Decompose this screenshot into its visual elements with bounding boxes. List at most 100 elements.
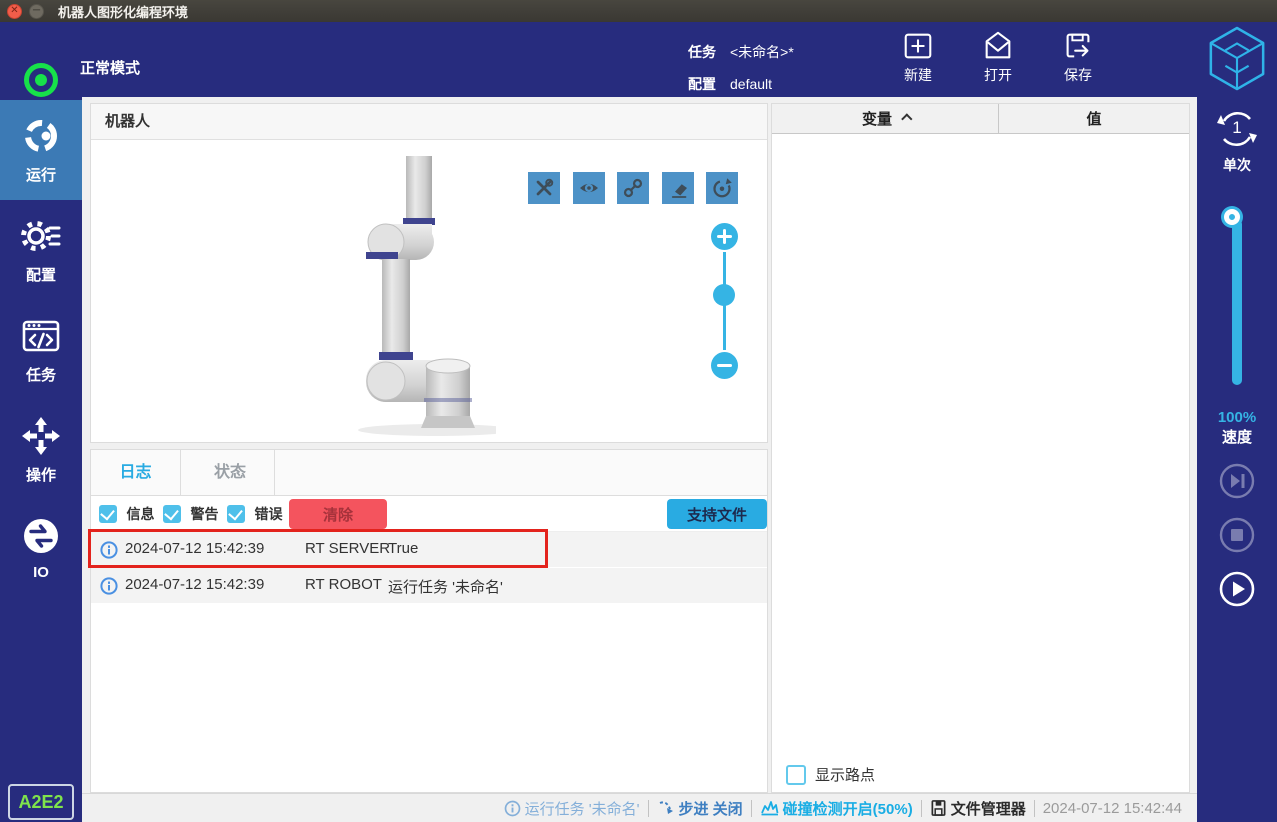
status-bar: 运行任务 '未命名' 步进 关闭 碰撞检测开启(50%) 文件管理器 2024-… (82, 793, 1197, 822)
rotate-icon (713, 178, 732, 198)
brand-logo-icon (1209, 26, 1265, 91)
show-waypoints-option[interactable]: 显示路点 (786, 764, 875, 785)
support-files-button[interactable]: 支持文件 (667, 499, 767, 529)
tools-icon (536, 178, 554, 196)
mode-label: 正常模式 (80, 60, 141, 77)
robot-3d-viewport[interactable] (91, 140, 767, 442)
sidebar-item-task[interactable]: 任务 (0, 300, 82, 400)
app-header: 正常模式 任务 <未命名>* 配置 default 新建 打开 保存 (0, 22, 1277, 97)
status-step-mode[interactable]: 步进 关闭 (657, 798, 743, 819)
file-manager-icon (931, 800, 946, 816)
filter-warning[interactable]: 警告 (163, 504, 218, 524)
filter-info[interactable]: 信息 (99, 504, 154, 524)
skip-icon (1219, 463, 1255, 499)
robot-programming-app: ✕ ─ 机器人图形化编程环境 正常模式 任务 <未命名>* 配置 default… (0, 0, 1277, 822)
open-file-icon (985, 31, 1011, 59)
speed-slider-track[interactable] (1232, 219, 1242, 385)
log-time: 2024-07-12 15:42:39 (125, 576, 265, 593)
view-tools-button[interactable] (528, 172, 561, 204)
sidebar-item-run[interactable]: 运行 (0, 100, 82, 200)
sidebar-item-io[interactable]: IO (0, 500, 82, 600)
collision-icon (760, 801, 779, 816)
speed-label: 速度 (1221, 429, 1252, 446)
play-button[interactable] (1219, 571, 1255, 607)
info-icon (100, 541, 118, 559)
info-checkbox[interactable] (99, 505, 117, 523)
task-config-info: 任务 <未命名>* 配置 default (688, 33, 794, 97)
window-close-button[interactable]: ✕ (7, 3, 22, 19)
device-id-badge[interactable]: A2E2 (8, 784, 74, 820)
sidebar-item-config[interactable]: 配置 (0, 200, 82, 300)
window-title: 机器人图形化编程环境 (58, 4, 189, 20)
sidebar-item-operate[interactable]: 操作 (0, 400, 82, 500)
speed-slider-handle[interactable] (1224, 209, 1240, 225)
zoom-slider-handle[interactable] (713, 284, 735, 306)
clear-log-button[interactable]: 清除 (289, 499, 387, 529)
new-file-icon (904, 33, 932, 59)
config-value: default (730, 76, 773, 92)
log-entry-row[interactable]: 2024-07-12 15:42:39 RT SERVER True (91, 532, 767, 568)
eraser-icon (671, 184, 687, 198)
view-path-button[interactable] (617, 172, 650, 204)
single-count: 1 (1232, 118, 1242, 137)
status-timestamp: 2024-07-12 15:42:44 (1042, 799, 1182, 817)
view-erase-button[interactable] (661, 172, 694, 204)
variables-table-body (772, 134, 1189, 754)
gear-icon (21, 221, 61, 251)
open-task-button[interactable]: 打开 (966, 29, 1030, 91)
window-minimize-button[interactable]: ─ (29, 3, 44, 19)
save-task-button[interactable]: 保存 (1046, 29, 1110, 91)
view-visibility-button[interactable] (572, 172, 605, 204)
log-filter-row: 信息 警告 错误 清除 支持文件 (91, 496, 767, 532)
tab-status[interactable]: 状态 (185, 450, 276, 496)
separator (1033, 799, 1035, 817)
log-message: 运行任务 '未命名' (388, 579, 503, 596)
play-icon (1219, 571, 1255, 607)
log-source: RT SERVER (305, 540, 391, 557)
log-source: RT ROBOT (305, 576, 382, 593)
tab-log[interactable]: 日志 (91, 450, 181, 496)
speed-value: 100% (1217, 409, 1257, 426)
log-tab-bar: 日志 状态 (91, 450, 767, 496)
eye-icon (579, 183, 598, 193)
log-message: True (388, 540, 419, 557)
task-label: 任务 (688, 44, 716, 60)
step-icon (659, 801, 673, 814)
show-waypoints-checkbox[interactable] (786, 764, 806, 785)
run-controls-sidebar: 1 单次 100% 速度 (1197, 97, 1277, 822)
zoom-out-button[interactable] (711, 352, 738, 379)
log-entry-row[interactable]: 2024-07-12 15:42:39 RT ROBOT 运行任务 '未命名' (91, 568, 767, 604)
left-nav-sidebar: 运行 配置 任务 操作 IO A2E2 (0, 97, 82, 822)
skip-step-button[interactable] (1219, 463, 1255, 499)
stop-icon (1219, 517, 1255, 553)
variables-table-header: 变量 值 (772, 104, 1189, 134)
separator (920, 799, 922, 817)
variables-panel: 变量 值 显示路点 (771, 103, 1190, 793)
save-icon (1066, 33, 1090, 58)
io-arrows-icon (24, 519, 58, 553)
error-checkbox[interactable] (227, 505, 245, 523)
code-window-icon (22, 320, 60, 352)
status-running-task: 运行任务 '未命名' (504, 798, 640, 819)
path-nodes-icon (624, 178, 643, 198)
log-panel: 日志 状态 信息 警告 错误 清除 支持文件 2024-07-12 15:42:… (90, 449, 768, 793)
warning-checkbox[interactable] (163, 505, 181, 523)
single-run-button[interactable]: 1 (1215, 107, 1259, 151)
info-icon (100, 577, 118, 595)
status-file-manager[interactable]: 文件管理器 (930, 798, 1026, 819)
status-collision-detection[interactable]: 碰撞检测开启(50%) (760, 798, 913, 819)
stop-button[interactable] (1219, 517, 1255, 553)
info-icon (504, 800, 520, 816)
column-header-value[interactable]: 值 (999, 104, 1189, 134)
single-run-label: 单次 (1223, 157, 1251, 173)
window-titlebar: ✕ ─ 机器人图形化编程环境 (0, 0, 1277, 22)
config-label: 配置 (688, 76, 716, 92)
log-time: 2024-07-12 15:42:39 (125, 540, 265, 557)
column-header-variable[interactable]: 变量 (772, 104, 999, 134)
run-icon (25, 120, 57, 152)
new-task-button[interactable]: 新建 (886, 29, 950, 91)
zoom-in-button[interactable] (711, 223, 738, 250)
view-rotate-button[interactable] (706, 172, 738, 204)
log-entry-list: 2024-07-12 15:42:39 RT SERVER True 2024-… (91, 532, 767, 604)
filter-error[interactable]: 错误 (227, 504, 282, 524)
